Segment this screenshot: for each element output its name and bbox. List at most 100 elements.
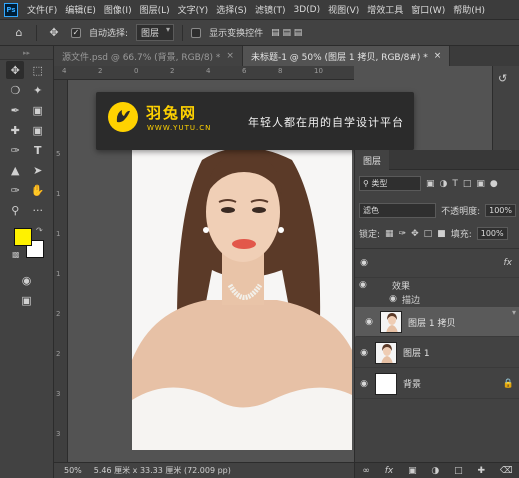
ruler-tick-label: 4 (206, 67, 211, 75)
layer-name[interactable]: 背景 (403, 377, 503, 390)
type-tool-icon[interactable]: T (29, 141, 47, 159)
layer-row[interactable]: ◉ 图层 1 (355, 338, 519, 368)
layer-row-hidden[interactable]: ◉ fx (355, 248, 519, 278)
brand-url: WWW.YUTU.CN (147, 124, 212, 132)
menu-type[interactable]: 文字(Y) (174, 3, 213, 16)
quick-mask-icon[interactable]: ◉ (18, 271, 36, 289)
menu-help[interactable]: 帮助(H) (449, 3, 489, 16)
swap-colors-icon[interactable]: ↷ (36, 226, 43, 235)
menu-plugins[interactable]: 增效工具 (363, 3, 407, 16)
filter-toggle-icon[interactable]: ● (490, 179, 498, 189)
lock-position-icon[interactable]: ✥ (411, 229, 419, 239)
add-mask-icon[interactable]: ▣ (408, 466, 417, 476)
align-icons[interactable]: ▤ ▤ ▤ (271, 28, 331, 38)
ruler-tick-label: 6 (242, 67, 247, 75)
visibility-icon[interactable]: ◉ (360, 317, 378, 327)
close-icon[interactable]: × (434, 51, 442, 61)
zoom-level[interactable]: 50% (64, 466, 82, 475)
screen-mode-icon[interactable]: ▣ (18, 291, 36, 309)
zoom-tool-icon[interactable]: ⚲ (6, 201, 24, 219)
default-colors-icon[interactable]: ▩ (12, 250, 20, 259)
visibility-icon[interactable]: ◉ (355, 379, 373, 389)
menu-edit[interactable]: 编辑(E) (61, 3, 100, 16)
status-bar: 50% 5.46 厘米 x 33.33 厘米 (72.009 pp) (54, 462, 354, 478)
tab-untitled[interactable]: 未标题-1 @ 50% (图层 1 拷贝, RGB/8#) * × (242, 46, 451, 66)
grip-icon[interactable]: ▸▸ (0, 46, 53, 60)
type-filter-icon[interactable]: T (452, 179, 458, 189)
close-icon[interactable]: × (226, 51, 234, 61)
document-info: 5.46 厘米 x 33.33 厘米 (72.009 pp) (93, 466, 231, 475)
stroke-label: 描边 (402, 295, 421, 306)
smart-filter-icon[interactable]: ▣ (476, 179, 485, 189)
app-icon: Ps (4, 2, 18, 17)
visibility-icon[interactable]: ◉ (355, 258, 373, 268)
blend-mode-dropdown[interactable]: 滤色 (359, 203, 437, 218)
layer-name[interactable]: 图层 1 (403, 346, 430, 359)
link-layers-icon[interactable]: ∞ (362, 466, 370, 476)
add-style-icon[interactable]: fx (385, 466, 394, 476)
new-layer-icon[interactable]: ✚ (477, 466, 485, 476)
effects-row[interactable]: ◉ 效果 (355, 278, 519, 292)
stroke-effect-row[interactable]: ◉ 描边 (355, 292, 519, 306)
menu-window[interactable]: 窗口(W) (407, 3, 449, 16)
magic-wand-icon[interactable]: ✦ (29, 81, 47, 99)
menu-select[interactable]: 选择(S) (212, 3, 251, 16)
menu-3d[interactable]: 3D(D) (289, 5, 324, 15)
layer-row[interactable]: ◉ 背景 🔒 (355, 369, 519, 399)
ruler-tick-label: 10 (314, 67, 323, 75)
home-icon[interactable]: ⌂ (10, 24, 28, 42)
history-icon[interactable]: ↺ (498, 72, 514, 88)
lock-transparent-icon[interactable]: ▦ (385, 229, 394, 239)
visibility-icon[interactable]: ◉ (359, 280, 387, 290)
layer-name[interactable]: 图层 1 拷贝 (408, 316, 455, 329)
document-tabs: 源文件.psd @ 66.7% (背景, RGB/8) * × 未标题-1 @ … (54, 46, 519, 66)
layer-filter-dropdown[interactable]: ⚲ 类型 (359, 176, 421, 191)
document-image[interactable] (132, 150, 352, 450)
tab-source-file[interactable]: 源文件.psd @ 66.7% (背景, RGB/8) * × (54, 46, 243, 66)
new-group-icon[interactable]: □ (454, 466, 463, 476)
foreground-color-swatch[interactable] (14, 228, 32, 246)
eyedropper-icon[interactable]: ✒ (6, 101, 24, 119)
ruler-tick-label: 8 (278, 67, 283, 75)
hand-tool-icon[interactable]: ✋ (29, 181, 47, 199)
lock-image-icon[interactable]: ✑ (399, 229, 407, 239)
move-tool-icon[interactable]: ✥ (45, 24, 63, 42)
brush-tool-icon[interactable]: ✑ (6, 141, 24, 159)
transform-controls-checkbox[interactable] (191, 27, 202, 38)
menu-image[interactable]: 图像(I) (100, 3, 136, 16)
menu-layer[interactable]: 图层(L) (136, 3, 174, 16)
move-tool-icon[interactable]: ✥ (6, 61, 25, 79)
path-selection-icon[interactable]: ➤ (29, 161, 47, 179)
menu-file[interactable]: 文件(F) (23, 3, 61, 16)
menu-view[interactable]: 视图(V) (324, 3, 363, 16)
adjustment-filter-icon[interactable]: ◑ (440, 179, 448, 189)
delete-layer-icon[interactable]: ⌫ (500, 466, 513, 476)
pen-tool-icon[interactable]: ✑ (6, 181, 24, 199)
layer-row[interactable]: ◉ 图层 1 拷贝 (355, 307, 519, 337)
auto-select-label: 自动选择: (89, 29, 129, 39)
shape-filter-icon[interactable]: □ (463, 179, 472, 189)
auto-select-checkbox[interactable]: ✓ (71, 27, 81, 38)
visibility-icon[interactable]: ◉ (355, 348, 373, 358)
auto-select-dropdown[interactable]: 图层 (136, 24, 175, 41)
menu-bar: Ps 文件(F) 编辑(E) 图像(I) 图层(L) 文字(Y) 选择(S) 滤… (0, 0, 519, 20)
stamp-tool-icon[interactable]: ▲ (6, 161, 24, 179)
visibility-icon[interactable]: ◉ (359, 294, 397, 304)
eraser-icon[interactable]: ▣ (29, 121, 47, 139)
opacity-field[interactable]: 100% (485, 204, 516, 217)
adjustment-layer-icon[interactable]: ◑ (431, 466, 439, 476)
crop-tool-icon[interactable]: ▣ (29, 101, 47, 119)
tab-layers[interactable]: 图层 (355, 150, 390, 170)
menu-filter[interactable]: 滤镜(T) (251, 3, 290, 16)
fill-field[interactable]: 100% (476, 227, 508, 240)
pixel-filter-icon[interactable]: ▣ (426, 179, 435, 189)
marquee-tool-icon[interactable]: ⬚ (29, 61, 47, 79)
ruler-tick-label: 1 (56, 230, 61, 238)
lasso-tool-icon[interactable]: ❍ (6, 81, 24, 99)
ruler-tick-label: 3 (56, 390, 61, 398)
more-tools-icon[interactable]: ··· (29, 201, 47, 219)
color-swatches: ↷ ▩ (0, 226, 53, 270)
healing-brush-icon[interactable]: ✚ (6, 121, 24, 139)
lock-artboard-icon[interactable]: □ (424, 229, 433, 239)
lock-all-icon[interactable]: ■ (437, 229, 446, 239)
